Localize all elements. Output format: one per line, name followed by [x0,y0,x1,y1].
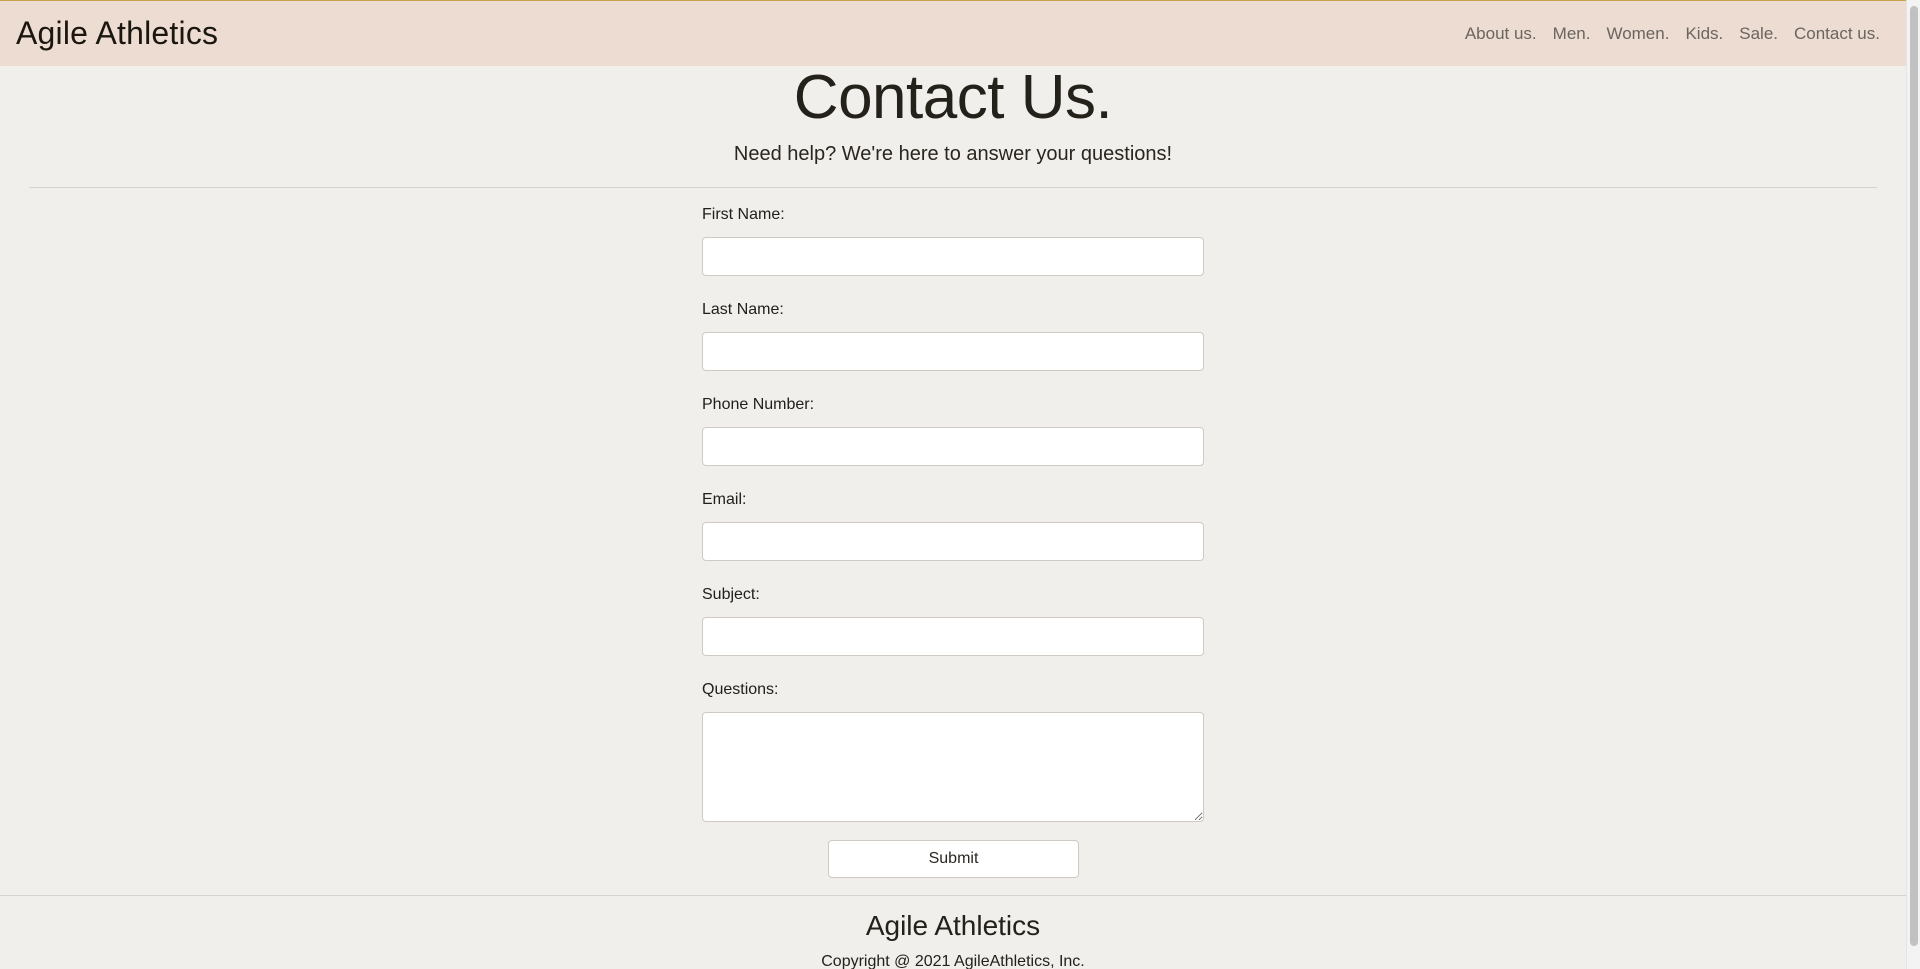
questions-label: Questions: [702,681,779,698]
subject-input[interactable] [702,617,1204,656]
nav-about-us[interactable]: About us. [1465,24,1537,44]
contact-form: First Name: Last Name: Phone Number: Ema… [702,205,1204,846]
email-label: Email: [702,491,747,508]
phone-number-label: Phone Number: [702,396,815,413]
nav-men[interactable]: Men. [1553,24,1591,44]
field-subject: Subject: [702,585,1204,656]
field-last-name: Last Name: [702,300,1204,371]
page-title: Contact Us. [793,63,1113,132]
page-subtitle: Need help? We're here to answer your que… [733,143,1173,165]
last-name-label: Last Name: [702,301,784,318]
field-first-name: First Name: [702,205,1204,276]
nav-contact-us[interactable]: Contact us. [1794,24,1880,44]
nav-sale[interactable]: Sale. [1739,24,1778,44]
last-name-input[interactable] [702,332,1204,371]
footer-brand: Agile Athletics [865,910,1041,941]
page: Agile Athletics About us. Men. Women. Ki… [0,0,1906,969]
nav-kids[interactable]: Kids. [1685,24,1723,44]
first-name-label: First Name: [702,206,785,223]
field-phone-number: Phone Number: [702,395,1204,466]
phone-number-input[interactable] [702,427,1204,466]
scrollbar-thumb[interactable] [1910,6,1918,946]
submit-button[interactable]: Submit [828,840,1079,878]
divider [29,187,1877,188]
questions-textarea[interactable] [702,712,1204,822]
browser-viewport: Agile Athletics About us. Men. Women. Ki… [0,0,1920,969]
first-name-input[interactable] [702,237,1204,276]
subject-label: Subject: [702,586,760,603]
footer-divider [0,895,1906,896]
field-questions: Questions: [702,680,1204,822]
main-nav: About us. Men. Women. Kids. Sale. Contac… [1465,24,1890,44]
vertical-scrollbar[interactable] [1906,0,1920,969]
brand-logo-link[interactable]: Agile Athletics [16,15,218,52]
field-email: Email: [702,490,1204,561]
navbar: Agile Athletics About us. Men. Women. Ki… [0,1,1906,66]
nav-women[interactable]: Women. [1606,24,1669,44]
email-input[interactable] [702,522,1204,561]
footer-copyright: Copyright @ 2021 AgileAthletics, Inc. [821,953,1085,969]
